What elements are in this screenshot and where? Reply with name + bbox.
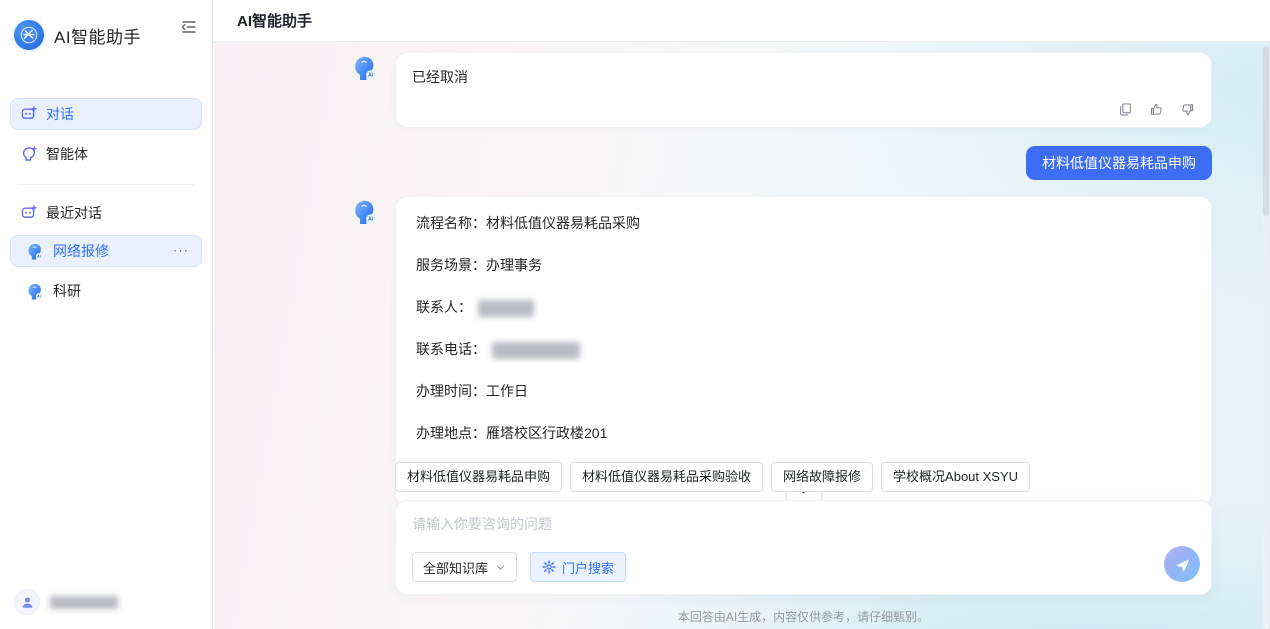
suggestion-chip[interactable]: 材料低值仪器易耗品采购验收 bbox=[570, 462, 763, 492]
recent-chat-research[interactable]: AI 科研 bbox=[10, 275, 202, 307]
chat-area: AI 已经取消 bbox=[213, 42, 1270, 629]
composer: 全部知识库 门户搜索 bbox=[395, 500, 1212, 595]
paper-plane-icon bbox=[1174, 556, 1191, 573]
suggestion-chip[interactable]: 学校概况About XSYU bbox=[881, 462, 1030, 492]
svg-text:AI: AI bbox=[368, 73, 374, 79]
app-window: AI智能助手 对话 智能体 bbox=[0, 0, 1270, 629]
main-header: AI智能助手 bbox=[213, 0, 1270, 42]
knowledge-base-label: 全部知识库 bbox=[423, 558, 488, 577]
bot-message-card: 已经取消 bbox=[395, 52, 1212, 128]
send-button[interactable] bbox=[1164, 546, 1200, 582]
app-logo-icon bbox=[14, 20, 44, 50]
question-input[interactable] bbox=[396, 501, 1211, 545]
gear-icon bbox=[542, 560, 556, 574]
suggestion-chip[interactable]: 材料低值仪器易耗品申购 bbox=[395, 462, 562, 492]
bot-message-row: AI 流程名称：材料低值仪器易耗品采购 服务场景：办理事务 联系人： bbox=[350, 196, 1212, 506]
chat-plus-icon bbox=[21, 106, 37, 122]
bot-avatar-icon: AI bbox=[25, 242, 44, 261]
sidebar-item-recent-chats[interactable]: 最近对话 bbox=[10, 197, 202, 229]
thumbs-up-icon[interactable] bbox=[1149, 102, 1164, 117]
bot-avatar-icon: AI bbox=[350, 54, 378, 82]
bot-avatar-icon: AI bbox=[25, 282, 44, 301]
portal-search-label: 门户搜索 bbox=[562, 558, 614, 577]
bot-process-card: 流程名称：材料低值仪器易耗品采购 服务场景：办理事务 联系人： 联系电话： 办理 bbox=[395, 196, 1212, 506]
svg-text:AI: AI bbox=[37, 254, 40, 258]
user-avatar-icon bbox=[14, 589, 40, 615]
scrollbar-track bbox=[1263, 42, 1269, 629]
chat-plus-icon bbox=[21, 205, 37, 221]
chevron-down-icon bbox=[495, 562, 506, 573]
bot-message-row: AI 已经取消 bbox=[350, 52, 1212, 128]
sidebar-item-agents[interactable]: 智能体 bbox=[10, 138, 202, 170]
user-account[interactable] bbox=[14, 589, 118, 615]
knowledge-base-select[interactable]: 全部知识库 bbox=[412, 552, 517, 582]
page-title: AI智能助手 bbox=[237, 10, 312, 31]
app-title: AI智能助手 bbox=[54, 23, 141, 48]
process-line: 联系电话： bbox=[416, 339, 1191, 359]
sidebar-nav: 对话 智能体 最近对话 AI 网络报修 ··· bbox=[0, 64, 212, 307]
user-message-bubble: 材料低值仪器易耗品申购 bbox=[1026, 146, 1212, 180]
process-line: 联系人： bbox=[416, 297, 1191, 317]
sidebar-divider bbox=[18, 184, 194, 185]
redacted-contact-name bbox=[478, 300, 534, 317]
bot-avatar-icon: AI bbox=[350, 198, 378, 226]
svg-text:AI: AI bbox=[368, 217, 374, 223]
redacted-contact-phone bbox=[492, 342, 580, 359]
agent-icon bbox=[21, 146, 37, 162]
main-panel: AI智能助手 AI 已经取消 bbox=[213, 0, 1270, 629]
process-line: 办理时间：工作日 bbox=[416, 381, 1191, 401]
sidebar-section-label: 最近对话 bbox=[46, 203, 102, 223]
bot-message-text: 已经取消 bbox=[412, 67, 1195, 87]
composer-toolbar: 全部知识库 门户搜索 bbox=[412, 552, 626, 582]
scrollbar-thumb[interactable] bbox=[1263, 46, 1269, 216]
app-logo-row: AI智能助手 bbox=[0, 0, 212, 64]
suggestion-chips: 材料低值仪器易耗品申购 材料低值仪器易耗品采购验收 网络故障报修 学校概况Abo… bbox=[395, 462, 1030, 492]
copy-icon[interactable] bbox=[1118, 102, 1133, 117]
process-line: 流程名称：材料低值仪器易耗品采购 bbox=[416, 213, 1191, 233]
ai-disclaimer: 本回答由AI生成，内容仅供参考，请仔细甄别。 bbox=[395, 608, 1212, 625]
sidebar: AI智能助手 对话 智能体 bbox=[0, 0, 213, 629]
sidebar-item-label: 智能体 bbox=[46, 144, 88, 164]
chat-thread: AI 已经取消 bbox=[350, 42, 1212, 629]
suggestion-chip[interactable]: 网络故障报修 bbox=[771, 462, 873, 492]
svg-text:AI: AI bbox=[37, 294, 40, 298]
collapse-sidebar-icon[interactable] bbox=[180, 18, 198, 36]
more-options-icon[interactable]: ··· bbox=[173, 242, 189, 257]
recent-chat-label: 网络报修 bbox=[53, 241, 109, 261]
process-line: 办理地点：雁塔校区行政楼201 bbox=[416, 423, 1191, 443]
recent-chat-network-repair[interactable]: AI 网络报修 ··· bbox=[10, 235, 202, 267]
recent-chat-label: 科研 bbox=[53, 281, 81, 301]
thumbs-down-icon[interactable] bbox=[1180, 102, 1195, 117]
sidebar-item-label: 对话 bbox=[46, 104, 74, 124]
sidebar-item-chat[interactable]: 对话 bbox=[10, 98, 202, 130]
portal-search-button[interactable]: 门户搜索 bbox=[530, 552, 626, 582]
user-name-redacted bbox=[50, 596, 118, 609]
message-actions bbox=[1118, 102, 1195, 117]
process-line: 服务场景：办理事务 bbox=[416, 255, 1191, 275]
